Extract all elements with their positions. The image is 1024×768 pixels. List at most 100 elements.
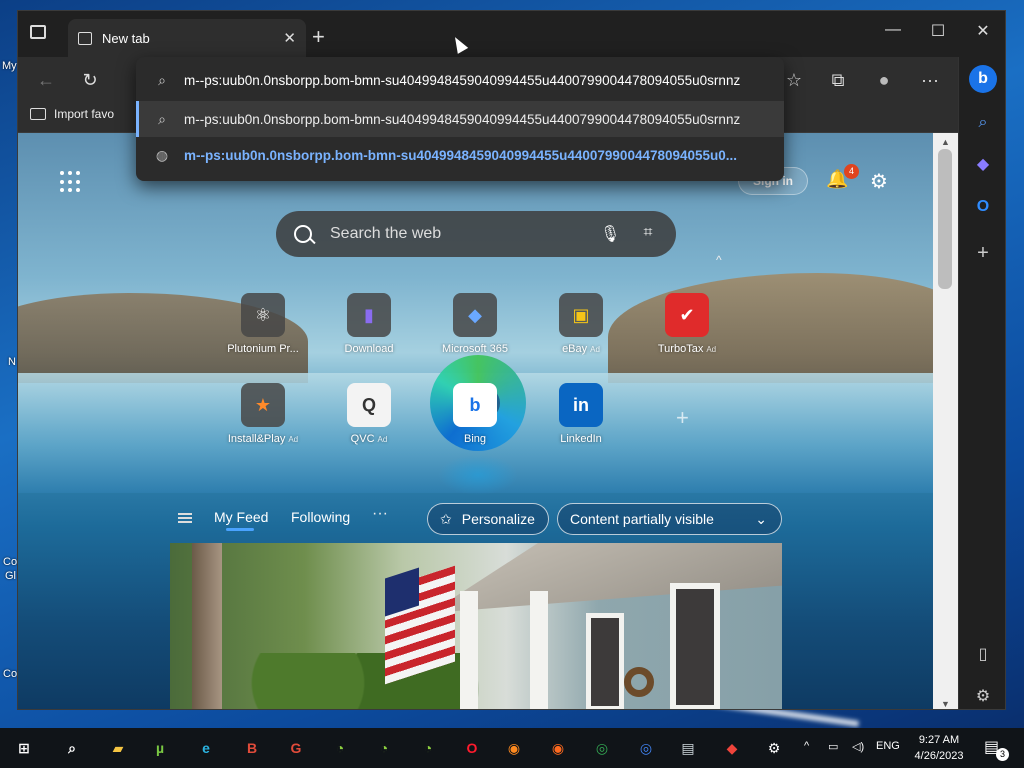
quick-link-tile[interactable]: ✔ TurboTax Ad <box>642 293 732 355</box>
notification-badge: 4 <box>844 164 859 179</box>
favorites-star-icon[interactable]: ☆ <box>782 68 806 92</box>
new-tab-button[interactable]: + <box>312 24 325 50</box>
web-search-input[interactable] <box>330 225 582 243</box>
app-green-3-icon[interactable]: ◔ <box>416 736 440 760</box>
address-input[interactable] <box>184 72 764 88</box>
quick-link-label: TurboTax Ad <box>657 343 717 355</box>
app-green-1-icon[interactable]: ◔ <box>328 736 352 760</box>
tab-new-tab[interactable]: New tab ✕ <box>68 19 306 57</box>
address-suggestion[interactable]: ⌕ m--ps:uub0n.0nsborpp.bom-bmn-su4049948… <box>136 101 784 137</box>
firefox-icon[interactable]: ◉ <box>502 736 526 760</box>
volume-icon[interactable]: ◁) <box>852 740 864 753</box>
porch-column <box>460 591 478 709</box>
chrome-icon[interactable]: ◎ <box>590 736 614 760</box>
sidebar-outlook-icon[interactable]: O <box>971 195 995 219</box>
sidebar-m365-icon[interactable]: ◆ <box>971 153 995 177</box>
new-tab-page: Sign in 🔔 4 ⚙ 🎙 ⌗ ^ ⚛ Plutonium Pr... ▮ … <box>18 133 933 709</box>
back-button[interactable]: ← <box>34 68 58 92</box>
address-suggestion[interactable]: ◍ m--ps:uub0n.0nsborpp.bom-bmn-su4049948… <box>136 137 784 173</box>
browser-window: New tab ✕ + — ☐ ✕ ← ↻ ☆ ⧉ ● ··· Import f… <box>17 10 1006 710</box>
app-green-2-icon[interactable]: ◔ <box>372 736 396 760</box>
tab-title: New tab <box>102 30 150 46</box>
bing-chat-icon[interactable]: b <box>969 65 997 93</box>
page-settings-icon[interactable]: ⚙ <box>870 169 888 194</box>
collapse-caret-icon[interactable]: ^ <box>716 253 722 267</box>
content-visibility-dropdown[interactable]: Content partially visible ⌄ <box>557 503 782 535</box>
install-play-icon: ★ <box>241 383 285 427</box>
quick-link-tile[interactable]: in LinkedIn <box>536 383 626 445</box>
scrollbar-thumb[interactable] <box>938 149 952 289</box>
edge-sidebar: b ⌕ ◆ O + ▯ ⚙ <box>958 57 1005 709</box>
chrome-b-icon[interactable]: B <box>240 736 264 760</box>
scroll-up-arrow[interactable]: ▲ <box>941 137 950 147</box>
quick-link-tile[interactable]: ▣ eBay Ad <box>536 293 626 355</box>
quick-link-tile[interactable]: Q QVC Ad <box>324 383 414 445</box>
feed-navigation: My Feed Following ··· ✩ Personalize Cont… <box>18 495 933 541</box>
sidebar-add-icon[interactable]: + <box>971 241 995 265</box>
menu-icon[interactable] <box>178 513 192 523</box>
quick-link-tile[interactable]: ▮ Download <box>324 293 414 355</box>
sidebar-settings-icon[interactable]: ⚙ <box>971 685 995 709</box>
edge-icon[interactable]: e <box>194 736 218 760</box>
porch-roof <box>430 543 782 613</box>
anydesk-icon[interactable]: ◆ <box>720 736 744 760</box>
utorrent-icon[interactable]: µ <box>148 736 172 760</box>
app-launcher-icon[interactable] <box>60 171 82 193</box>
profile-avatar[interactable]: ● <box>872 68 896 92</box>
quick-link-tile[interactable]: ◆ Microsoft 365 <box>430 293 520 355</box>
desktop-label-fragment[interactable]: Co <box>3 556 17 568</box>
minimize-button[interactable]: — <box>878 21 908 39</box>
chrome-g-icon[interactable]: G <box>284 736 308 760</box>
firefox-alt-icon[interactable]: ◉ <box>546 736 570 760</box>
sidebar-hide-icon[interactable]: ▯ <box>971 643 995 667</box>
file-explorer-icon[interactable]: ▰ <box>106 736 130 760</box>
personalize-button[interactable]: ✩ Personalize <box>427 503 549 535</box>
settings-icon[interactable]: ⚙ <box>762 736 786 760</box>
desktop-label-fragment[interactable]: Gl <box>5 570 16 582</box>
add-quick-link-icon[interactable]: + <box>676 405 689 431</box>
search-icon: ⌕ <box>158 110 166 127</box>
image-viewer-icon[interactable]: ▤ <box>676 736 700 760</box>
quick-link-label: Bing <box>463 433 487 445</box>
sidebar-search-icon[interactable]: ⌕ <box>971 111 995 135</box>
maximize-button[interactable]: ☐ <box>923 21 953 41</box>
folder-icon <box>30 108 46 120</box>
quick-link-label: QVC Ad <box>350 433 388 445</box>
search-icon[interactable]: ⌕ <box>60 736 84 760</box>
start-icon[interactable]: ⊞ <box>12 736 36 760</box>
content-visibility-value: Content partially visible <box>570 511 714 527</box>
quick-link-tile[interactable]: ⚛ Plutonium Pr... <box>218 293 308 355</box>
close-tab-icon[interactable]: ✕ <box>283 29 296 47</box>
taskbar: ⊞ ⌕ ▰ µ e B G ◔ ◔ ◔ O ◉ ◉ ◎ ◎ ▤ ◆ ⚙ ^ ▭ ◁) ENG 9:27 AM 4/… <box>0 728 1024 768</box>
refresh-button[interactable]: ↻ <box>78 68 102 92</box>
language-indicator[interactable]: ENG <box>876 740 900 752</box>
tab-my-feed[interactable]: My Feed <box>214 509 268 531</box>
microphone-icon[interactable]: 🎙 <box>600 224 620 244</box>
import-favorites-button[interactable]: Import favo <box>30 107 114 121</box>
tab-actions-icon[interactable] <box>30 25 52 45</box>
desktop-label-fragment[interactable]: Co <box>3 668 17 680</box>
system-clock[interactable]: 9:27 AM 4/26/2023 <box>908 732 970 764</box>
opera-icon[interactable]: O <box>460 736 484 760</box>
more-menu-icon[interactable]: ··· <box>918 68 942 92</box>
address-bar-dropdown: ⌕ ⌕ m--ps:uub0n.0nsborpp.bom-bmn-su40499… <box>136 57 784 181</box>
page-scrollbar[interactable]: ▲ ▼ <box>933 133 958 709</box>
search-icon <box>294 225 312 243</box>
network-icon[interactable]: ▭ <box>828 740 838 753</box>
more-options-icon[interactable]: ··· <box>372 505 388 523</box>
web-search-box[interactable]: 🎙 ⌗ <box>276 211 676 257</box>
tray-overflow-icon[interactable]: ^ <box>804 740 809 752</box>
chrome-alt-icon[interactable]: ◎ <box>634 736 658 760</box>
close-window-button[interactable]: ✕ <box>968 21 998 41</box>
visual-search-icon[interactable]: ⌗ <box>638 224 658 244</box>
scroll-down-arrow[interactable]: ▼ <box>941 699 950 709</box>
desktop-label-fragment[interactable]: N <box>8 356 16 368</box>
desktop-label-fragment[interactable]: My <box>2 60 17 72</box>
tab-following[interactable]: Following <box>291 509 350 525</box>
quick-link-tile[interactable]: ★ Install&Play Ad <box>218 383 308 445</box>
feed-hero-image[interactable] <box>170 543 782 709</box>
collections-icon[interactable]: ⧉ <box>826 68 850 92</box>
address-bar[interactable]: ⌕ <box>136 62 784 98</box>
quick-link-tile[interactable]: b Bing <box>430 383 520 445</box>
action-center-badge: 3 <box>996 748 1009 761</box>
